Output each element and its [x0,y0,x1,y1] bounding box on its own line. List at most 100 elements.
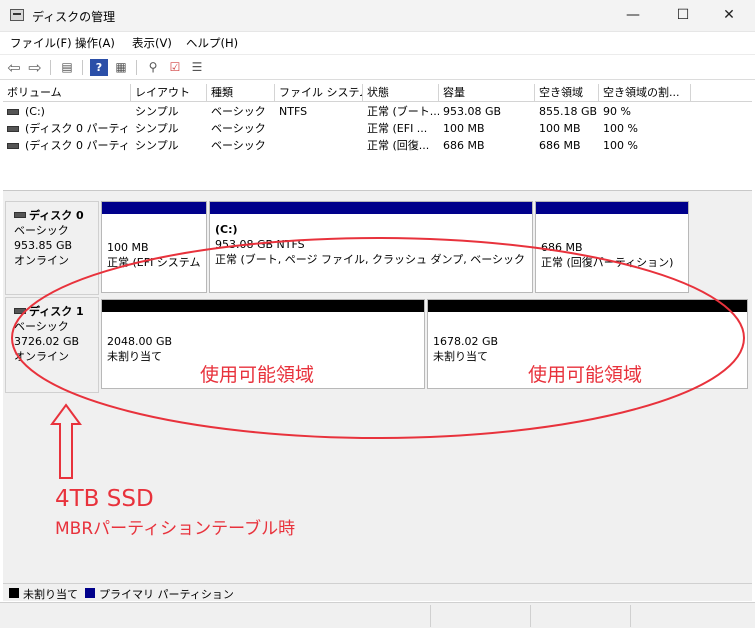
partition-status: 正常 (EFI システム パ [107,256,202,269]
disk-status: オンライン [14,350,69,363]
annotation-title: 4TB SSD [55,486,154,512]
menu-view[interactable]: 表示(V) [132,35,172,51]
disk-label-1[interactable]: ディスク 1 ベーシック 3726.02 GB オンライン [5,297,99,393]
disk-status: オンライン [14,254,69,267]
partition-bar [102,300,424,312]
disk-label-0[interactable]: ディスク 0 ベーシック 953.85 GB オンライン [5,201,99,295]
status-segment [630,605,631,627]
annotation-usable-right: 使用可能領域 [528,364,643,386]
forward-icon[interactable]: ⇨ [26,59,44,76]
cell-volume: (C:) [25,105,45,118]
partition-info: 100 MB 正常 (EFI システム パ [107,240,202,270]
menu-help[interactable]: ヘルプ(H) [186,35,238,51]
help-icon[interactable]: ? [90,59,108,76]
cell-status: 正常 (回復... [367,139,430,152]
pane-icon[interactable]: ▦ [112,59,130,76]
column-header-empty [691,84,752,102]
cell-capacity: 100 MB [443,122,485,135]
cell-type: ベーシック [211,122,266,135]
cell-volume: (ディスク 0 パーティシ... [25,139,131,152]
menu-action[interactable]: 操作(A) [75,35,115,51]
close-button[interactable]: ✕ [706,0,752,32]
cell-free-percent: 100 % [603,122,638,135]
disk-size: 953.85 GB [14,239,73,252]
properties-icon[interactable]: ☰ [188,59,206,76]
menu-file[interactable]: ファイル(F) [10,35,72,51]
status-segment [430,605,431,627]
disk-management-icon [10,9,24,21]
console-tree-icon[interactable]: ▤ [58,59,76,76]
column-header-volume[interactable]: ボリューム [3,84,131,102]
disk-name: ディスク 1 [29,305,84,318]
window-title: ディスクの管理 [32,10,116,24]
partition-c[interactable]: (C:) 953.08 GB NTFS 正常 (ブート, ページ ファイル, ク… [209,201,533,293]
partition-status: 正常 (回復パーティション) [541,256,674,269]
toolbar-separator [136,60,137,75]
legend-swatch-unallocated [9,588,19,598]
column-header-capacity[interactable]: 容量 [439,84,535,102]
cell-free-space: 686 MB [539,139,581,152]
cell-filesystem [275,138,363,154]
status-segment [530,605,531,627]
minimize-button[interactable]: — [610,0,656,32]
cell-layout: シンプル [135,105,179,118]
column-header-filesystem[interactable]: ファイル システム [275,84,363,102]
toolbar-separator [50,60,51,75]
maximize-button[interactable]: ☐ [660,0,706,32]
partition-size: 686 MB [541,241,583,254]
volume-icon [7,126,19,132]
partition-bar [536,202,688,214]
status-bar [0,602,755,628]
column-header-free-percent[interactable]: 空き領域の割... [599,84,691,102]
back-icon[interactable]: ⇦ [5,59,23,76]
partition-status: 正常 (ブート, ページ ファイル, クラッシュ ダンプ, ベーシック データ … [215,253,528,266]
partition-info: (C:) 953.08 GB NTFS 正常 (ブート, ページ ファイル, ク… [215,222,528,267]
menu-bar: ファイル(F) 操作(A) 表示(V) ヘルプ(H) [0,32,755,54]
cell-free-space: 100 MB [539,122,581,135]
check-icon[interactable]: ☑ [166,59,184,76]
cell-layout: シンプル [135,122,179,135]
cell-type: ベーシック [211,105,266,118]
toolbar-separator [82,60,83,75]
column-header-status[interactable]: 状態 [363,84,439,102]
disk-icon [14,212,26,218]
cell-type: ベーシック [211,139,266,152]
partition-recovery[interactable]: 686 MB 正常 (回復パーティション) [535,201,689,293]
volume-icon [7,109,19,115]
cell-layout: シンプル [135,139,179,152]
partition-size: 100 MB [107,241,149,254]
partition-size: 2048.00 GB [107,335,173,348]
annotation-subtitle: MBRパーティションテーブル時 [55,519,296,539]
cell-free-space: 855.18 GB [539,105,598,118]
partition-info: 686 MB 正常 (回復パーティション) [541,240,684,270]
partition-bar [210,202,532,214]
disk-name: ディスク 0 [29,209,84,222]
cell-capacity: 686 MB [443,139,485,152]
annotation-usable-left: 使用可能領域 [200,364,315,386]
cell-filesystem: NTFS [279,105,308,118]
cell-free-percent: 90 % [603,105,631,118]
partition-size: 953.08 GB NTFS [215,238,305,251]
connect-icon[interactable]: ⚲ [144,59,162,76]
cell-capacity: 953.08 GB [443,105,502,118]
partition-efi[interactable]: 100 MB 正常 (EFI システム パ [101,201,207,293]
partition-size: 1678.02 GB [433,335,499,348]
partition-bar [102,202,206,214]
volume-icon [7,143,19,149]
column-header-type[interactable]: 種類 [207,84,275,102]
cell-status: 正常 (EFI ... [367,122,428,135]
volume-list: ボリューム レイアウト 種類 ファイル システム 状態 容量 空き領域 空き領域… [3,84,752,188]
disk-type: ベーシック [14,320,69,333]
legend: 未割り当て プライマリ パーティション [3,583,752,601]
title-bar: ディスクの管理 — ☐ ✕ [0,0,755,32]
cell-status: 正常 (ブート... [367,105,439,118]
disk-size: 3726.02 GB [14,335,80,348]
column-header-layout[interactable]: レイアウト [131,84,207,102]
cell-filesystem [275,121,363,137]
legend-label-unallocated: 未割り当て [23,588,78,601]
disk-icon [14,308,26,314]
disk-type: ベーシック [14,224,69,237]
column-header-free-space[interactable]: 空き領域 [535,84,599,102]
legend-swatch-primary [85,588,95,598]
partition-bar [428,300,747,312]
